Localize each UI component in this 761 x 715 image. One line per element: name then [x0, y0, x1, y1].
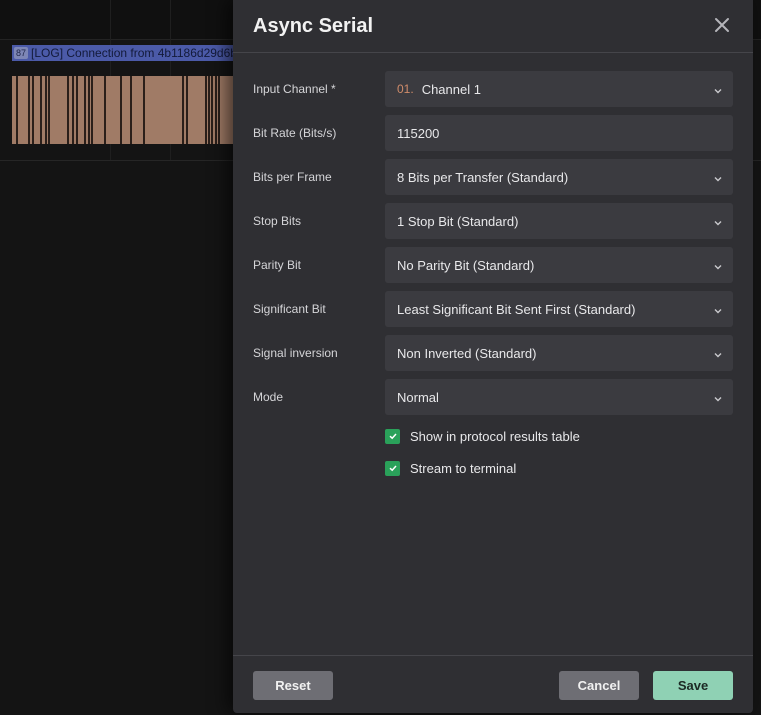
signal-edge — [104, 76, 106, 144]
signal-edge — [45, 76, 47, 144]
signal-edge — [91, 76, 93, 144]
show-in-table-checkbox[interactable] — [385, 428, 400, 444]
signal-inversion-row: Signal inversion Non Inverted (Standard) — [253, 335, 733, 371]
stream-to-terminal-label: Stream to terminal — [410, 460, 517, 476]
bits-per-frame-row: Bits per Frame 8 Bits per Transfer (Stan… — [253, 159, 733, 195]
parity-bit-select[interactable]: No Parity Bit (Standard) — [385, 247, 733, 283]
reset-button[interactable]: Reset — [253, 671, 333, 700]
stream-to-terminal-checkbox[interactable] — [385, 460, 400, 476]
async-serial-dialog: Async Serial Input Channel * 01. Channel… — [233, 0, 753, 713]
chevron-down-icon — [713, 392, 723, 402]
input-channel-value: Channel 1 — [421, 81, 481, 97]
signal-edge — [76, 76, 78, 144]
chevron-down-icon — [713, 172, 723, 182]
signal-inversion-select[interactable]: Non Inverted (Standard) — [385, 335, 733, 371]
input-channel-label: Input Channel * — [253, 82, 336, 96]
dialog-footer: Reset Cancel Save — [233, 655, 753, 713]
signal-edge — [143, 76, 145, 144]
signal-edge — [40, 76, 42, 144]
mode-row: Mode Normal — [253, 379, 733, 415]
bit-rate-input[interactable]: 115200 — [385, 115, 733, 151]
channel-number: 01. — [397, 82, 414, 96]
signal-edge — [84, 76, 86, 144]
signal-edge — [218, 76, 220, 144]
stop-bits-row: Stop Bits 1 Stop Bit (Standard) — [253, 203, 733, 239]
bits-per-frame-value: 8 Bits per Transfer (Standard) — [397, 169, 569, 185]
signal-edge — [28, 76, 30, 144]
stream-to-terminal-option[interactable]: Stream to terminal — [385, 460, 516, 476]
bit-rate-row: Bit Rate (Bits/s) 115200 — [253, 115, 733, 151]
digital-signal-trace[interactable] — [12, 76, 252, 144]
stop-bits-select[interactable]: 1 Stop Bit (Standard) — [385, 203, 733, 239]
signal-inversion-label: Signal inversion — [253, 346, 338, 360]
signal-edge — [215, 76, 217, 144]
signal-edge — [182, 76, 184, 144]
signal-edge — [67, 76, 69, 144]
stop-bits-label: Stop Bits — [253, 214, 302, 228]
significant-bit-value: Least Significant Bit Sent First (Standa… — [397, 301, 636, 317]
input-channel-select[interactable]: 01. Channel 1 — [385, 71, 733, 107]
significant-bit-row: Significant Bit Least Significant Bit Se… — [253, 291, 733, 327]
parity-bit-label: Parity Bit — [253, 258, 302, 272]
dialog-title: Async Serial — [253, 14, 374, 37]
chevron-down-icon — [713, 348, 723, 358]
signal-edge — [48, 76, 50, 144]
save-button[interactable]: Save — [653, 671, 733, 700]
signal-edge — [211, 76, 213, 144]
chevron-down-icon — [713, 260, 723, 270]
bits-per-frame-select[interactable]: 8 Bits per Transfer (Standard) — [385, 159, 733, 195]
show-in-table-option[interactable]: Show in protocol results table — [385, 428, 580, 444]
signal-edge — [130, 76, 132, 144]
log-badge: 87 — [14, 47, 29, 59]
cancel-button[interactable]: Cancel — [559, 671, 639, 700]
signal-edge — [120, 76, 122, 144]
chevron-down-icon — [713, 304, 723, 314]
chevron-down-icon — [713, 84, 723, 94]
signal-edge — [205, 76, 207, 144]
close-icon[interactable] — [713, 16, 731, 34]
bit-rate-label: Bit Rate (Bits/s) — [253, 126, 337, 140]
significant-bit-select[interactable]: Least Significant Bit Sent First (Standa… — [385, 291, 733, 327]
log-annotation[interactable]: 87 [LOG] Connection from 4b1186d29d6b — [12, 45, 252, 61]
stop-bits-value: 1 Stop Bit (Standard) — [397, 213, 519, 229]
input-channel-row: Input Channel * 01. Channel 1 — [253, 71, 733, 107]
significant-bit-label: Significant Bit — [253, 302, 326, 316]
signal-edge — [16, 76, 18, 144]
log-text: [LOG] Connection from 4b1186d29d6b — [31, 46, 237, 60]
signal-edge — [186, 76, 188, 144]
signal-edge — [88, 76, 90, 144]
bits-per-frame-label: Bits per Frame — [253, 170, 332, 184]
show-in-table-label: Show in protocol results table — [410, 428, 580, 444]
signal-edge — [32, 76, 34, 144]
mode-value: Normal — [397, 389, 439, 405]
dialog-header: Async Serial — [233, 0, 753, 53]
signal-inversion-value: Non Inverted (Standard) — [397, 345, 537, 361]
parity-bit-value: No Parity Bit (Standard) — [397, 257, 535, 273]
parity-bit-row: Parity Bit No Parity Bit (Standard) — [253, 247, 733, 283]
mode-select[interactable]: Normal — [385, 379, 733, 415]
signal-edge — [72, 76, 74, 144]
bit-rate-value: 115200 — [397, 125, 440, 141]
mode-label: Mode — [253, 390, 284, 404]
chevron-down-icon — [713, 216, 723, 226]
signal-edge — [208, 76, 210, 144]
